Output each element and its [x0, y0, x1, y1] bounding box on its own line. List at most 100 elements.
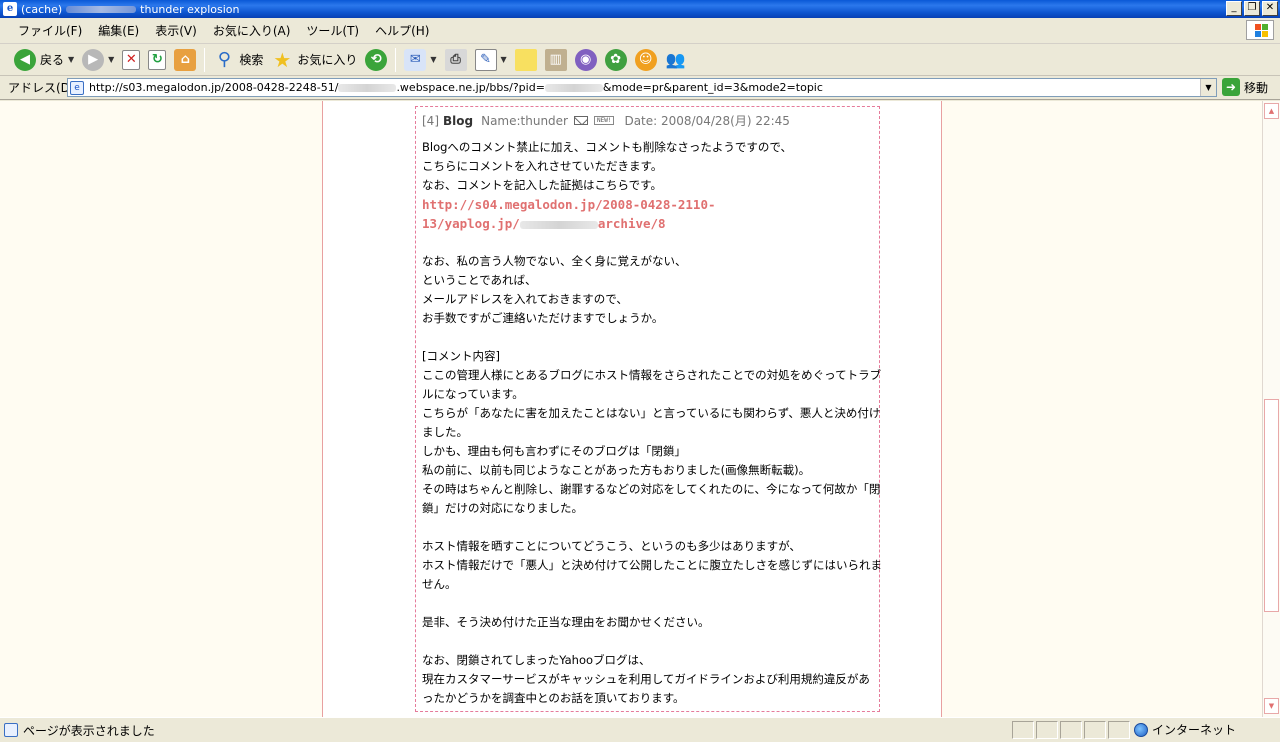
text-line: ルになっています。	[422, 387, 524, 401]
page-viewport: [4] Blog Name:thunder NEW! Date: 2008/04…	[0, 101, 1262, 717]
text-line: しかも、理由も何も言わずにそのブログは「閉鎖」	[422, 444, 686, 458]
mail-button[interactable]: ✉ ▼	[400, 46, 440, 74]
link-line2-prefix[interactable]: 13/yaplog.jp/	[422, 216, 520, 231]
messenger-icon: ◉	[574, 48, 597, 71]
status-bar: ページが表示されました インターネット	[0, 717, 1280, 742]
icq-button[interactable]: ✿	[601, 46, 631, 74]
vertical-scrollbar[interactable]: ▲ ▼	[1262, 101, 1280, 717]
favorites-button[interactable]: ★ お気に入り	[267, 46, 361, 74]
dropdown-arrow-icon[interactable]: ▼	[430, 55, 436, 64]
text-line: なお、閉鎖されてしまったYahooブログは、	[422, 653, 651, 667]
link-line1[interactable]: http://s04.megalodon.jp/2008-0428-2110-	[422, 197, 716, 212]
text-line: ここの管理人様にとあるブログにホスト情報をさらされたことでの対処をめぐってトラブ	[422, 368, 882, 382]
text-line: こちらにコメントを入れさせていただきます。	[422, 159, 663, 173]
stop-button[interactable]: ✕	[118, 46, 144, 74]
text-line: 鎖」だけの対応になりました。	[422, 501, 583, 515]
text-line: なお、私の言う人物でない、全く身に覚えがない、	[422, 254, 687, 268]
research-button[interactable]: ▥	[541, 46, 571, 74]
text-line: Blogへのコメント禁止に加え、コメントも削除なさったようですので、	[422, 140, 792, 154]
scroll-down-icon[interactable]: ▼	[1264, 698, 1279, 714]
star-icon: ★	[273, 47, 292, 72]
flower-icon: ✿	[604, 48, 627, 71]
people-icon: 👥	[665, 50, 686, 69]
post-title: Blog	[443, 113, 474, 128]
dropdown-arrow-icon[interactable]: ▼	[501, 55, 507, 64]
minimize-button[interactable]: _	[1226, 1, 1242, 16]
note-icon	[514, 48, 537, 71]
go-arrow-icon: ➜	[1222, 78, 1240, 96]
status-pane	[1036, 721, 1058, 739]
scroll-up-icon[interactable]: ▲	[1264, 103, 1279, 119]
smiley-button[interactable]: ☺	[631, 46, 661, 74]
text-line: メールアドレスを入れておきますので、	[422, 292, 628, 306]
edit-icon: ✎	[474, 48, 497, 71]
dropdown-arrow-icon[interactable]: ▼	[68, 55, 74, 64]
dropdown-arrow-icon[interactable]: ▼	[108, 55, 114, 64]
title-suffix: thunder explosion	[140, 2, 240, 16]
ie-icon: e	[3, 2, 17, 16]
mail-icon[interactable]	[574, 116, 588, 125]
note-button[interactable]	[511, 46, 541, 74]
evidence-link-cont[interactable]: 13/yaplog.jp/archive/8	[422, 214, 862, 233]
forward-button[interactable]: ▶ ▼	[78, 46, 118, 74]
url-part2: .webspace.ne.jp/bbs/?pid=	[396, 81, 545, 94]
security-zone: インターネット	[1134, 721, 1236, 738]
link-line2-suffix[interactable]: archive/8	[598, 216, 666, 231]
text-line: 私の前に、以前も同じようなことがあった方もおりました(画像無断転載)。	[422, 463, 811, 477]
address-input[interactable]: e http://s03.megalodon.jp/2008-0428-2248…	[67, 78, 1217, 97]
search-button[interactable]: ⚲ 検索	[209, 46, 267, 74]
address-dropdown-icon[interactable]: ▼	[1200, 79, 1216, 96]
evidence-link[interactable]: http://s04.megalodon.jp/2008-0428-2110-	[422, 195, 862, 214]
redacted-mask	[544, 83, 603, 92]
page-icon: e	[70, 80, 84, 95]
menu-edit[interactable]: 編集(E)	[90, 20, 147, 41]
edit-button[interactable]: ✎ ▼	[471, 46, 511, 74]
title-prefix: (cache)	[21, 2, 63, 16]
text-line: 現在カスタマーサービスがキャッシュを利用してガイドラインおよび利用規約違反があ	[422, 672, 870, 686]
address-bar: アドレス(D) e http://s03.megalodon.jp/2008-0…	[0, 76, 1280, 100]
post-author: Name:thunder	[481, 113, 568, 128]
window-title: (cache) thunder explosion	[21, 3, 240, 16]
post-header: [4] Blog Name:thunder NEW! Date: 2008/04…	[422, 112, 790, 129]
go-label: 移動	[1244, 80, 1269, 95]
back-button[interactable]: ◀ 戻る ▼	[10, 46, 78, 74]
scroll-thumb[interactable]	[1264, 399, 1279, 612]
search-icon: ⚲	[217, 49, 231, 70]
content-column: [4] Blog Name:thunder NEW! Date: 2008/04…	[322, 101, 942, 717]
text-line: [コメント内容]	[422, 349, 500, 363]
title-bar: e (cache) thunder explosion _ ❐ ✕	[0, 0, 1280, 18]
toolbar: ◀ 戻る ▼ ▶ ▼ ✕ ↻ ⌂ ⚲ 検索 ★ お気に入り ⟲ ✉ ▼ ⎙ ✎ …	[0, 44, 1280, 76]
redacted-mask	[66, 5, 137, 13]
stop-icon: ✕	[122, 49, 141, 70]
menu-favorites[interactable]: お気に入り(A)	[205, 20, 299, 41]
favorites-label: お気に入り	[297, 53, 358, 67]
print-button[interactable]: ⎙	[441, 46, 471, 74]
history-button[interactable]: ⟲	[361, 46, 391, 74]
url-part3: &mode=pr&parent_id=3&mode2=topic	[602, 81, 823, 94]
text-line: こちらが「あなたに害を加えたことはない」と言っているにも関わらず、悪人と決め付け	[422, 406, 881, 420]
menu-file[interactable]: ファイル(F)	[10, 20, 90, 41]
text-line: ったかどうかを調査中とのお話を頂いております。	[422, 691, 685, 705]
post: [4] Blog Name:thunder NEW! Date: 2008/04…	[415, 106, 882, 712]
post-body: Blogへのコメント禁止に加え、コメントも削除なさったようですので、 こちらにコ…	[422, 138, 882, 708]
menu-tools[interactable]: ツール(T)	[298, 20, 367, 41]
close-button[interactable]: ✕	[1262, 1, 1278, 16]
redacted-mask	[519, 220, 598, 229]
mail-icon: ✉	[404, 48, 427, 71]
go-button[interactable]: ➜ 移動	[1222, 78, 1268, 96]
contacts-button[interactable]: 👥	[661, 46, 691, 74]
home-button[interactable]: ⌂	[170, 46, 200, 74]
forward-arrow-icon: ▶	[82, 48, 105, 71]
redacted-mask	[338, 83, 397, 92]
restore-button[interactable]: ❐	[1244, 1, 1260, 16]
zone-label: インターネット	[1152, 723, 1237, 737]
menu-view[interactable]: 表示(V)	[147, 20, 205, 41]
text-line: その時はちゃんと削除し、謝罪するなどの対応をしてくれたのに、今になって何故か「閉	[422, 482, 881, 496]
menu-help[interactable]: ヘルプ(H)	[367, 20, 437, 41]
new-badge: NEW!	[594, 116, 615, 125]
text-line: ホスト情報を晒すことについてどうこう、というのも多少はありますが、	[422, 539, 801, 553]
messenger-button[interactable]: ◉	[571, 46, 601, 74]
windows-logo	[1246, 20, 1274, 40]
refresh-icon: ↻	[148, 49, 167, 70]
refresh-button[interactable]: ↻	[144, 46, 170, 74]
